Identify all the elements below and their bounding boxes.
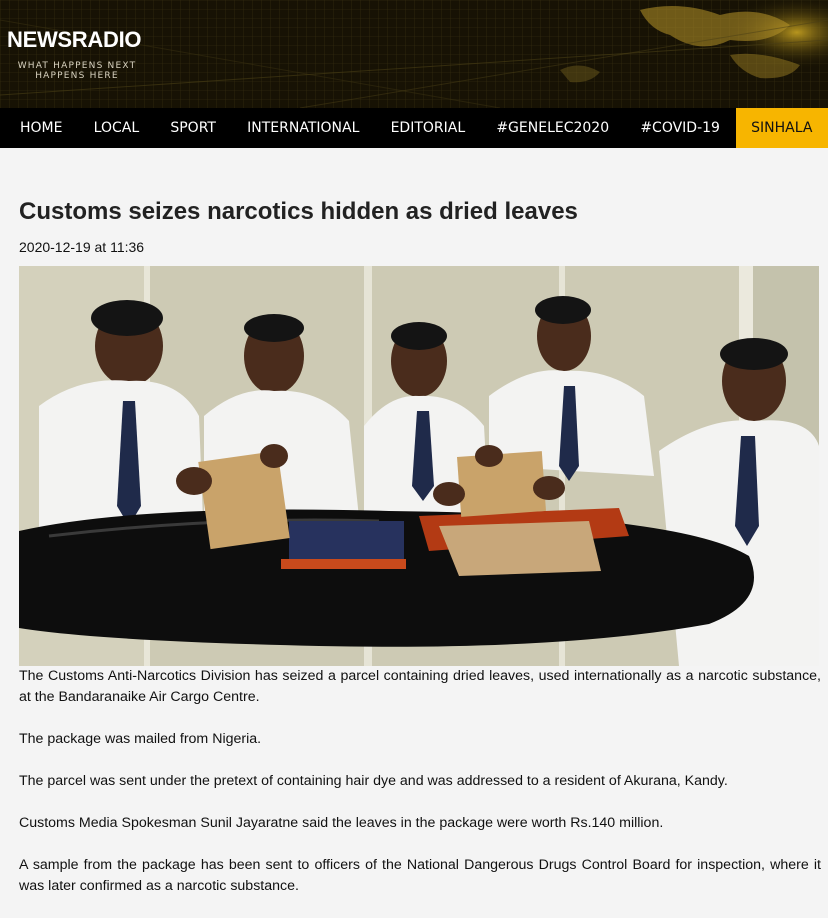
- article-paragraph: The package was mailed from Nigeria.: [19, 731, 262, 747]
- nav-item-home[interactable]: HOME: [0, 108, 78, 148]
- banner-map-graphic: [0, 0, 828, 108]
- site-tagline: WHAT HAPPENS NEXT HAPPENS HERE: [17, 61, 137, 81]
- nav-item-sinhala[interactable]: SINHALA: [735, 108, 828, 148]
- nav-item-international[interactable]: INTERNATIONAL: [232, 108, 375, 148]
- article-paragraph: Customs Media Spokesman Sunil Jayaratne …: [19, 815, 664, 831]
- article-photo: [19, 266, 819, 666]
- site-header-banner: NEWSRADIO WHAT HAPPENS NEXT HAPPENS HERE: [0, 0, 828, 108]
- article-paragraph: The parcel was sent under the pretext of…: [19, 773, 728, 789]
- article-paragraph: The Customs Anti-Narcotics Division has …: [19, 668, 821, 705]
- article-title: Customs seizes narcotics hidden as dried…: [19, 198, 578, 225]
- main-nav: HOME LOCAL SPORT INTERNATIONAL EDITORIAL…: [0, 108, 828, 148]
- article-body: The Customs Anti-Narcotics Division has …: [19, 666, 821, 918]
- article-date: 2020-12-19 at 11:36: [19, 239, 145, 255]
- site-logo[interactable]: NEWSRADIO: [7, 27, 142, 53]
- nav-item-genelec2020[interactable]: #GENELEC2020: [481, 108, 625, 148]
- article-paragraph: A sample from the package has been sent …: [19, 857, 821, 894]
- nav-item-covid-19[interactable]: #COVID-19: [625, 108, 736, 148]
- nav-item-sport[interactable]: SPORT: [155, 108, 232, 148]
- nav-item-editorial[interactable]: EDITORIAL: [375, 108, 481, 148]
- nav-item-local[interactable]: LOCAL: [78, 108, 155, 148]
